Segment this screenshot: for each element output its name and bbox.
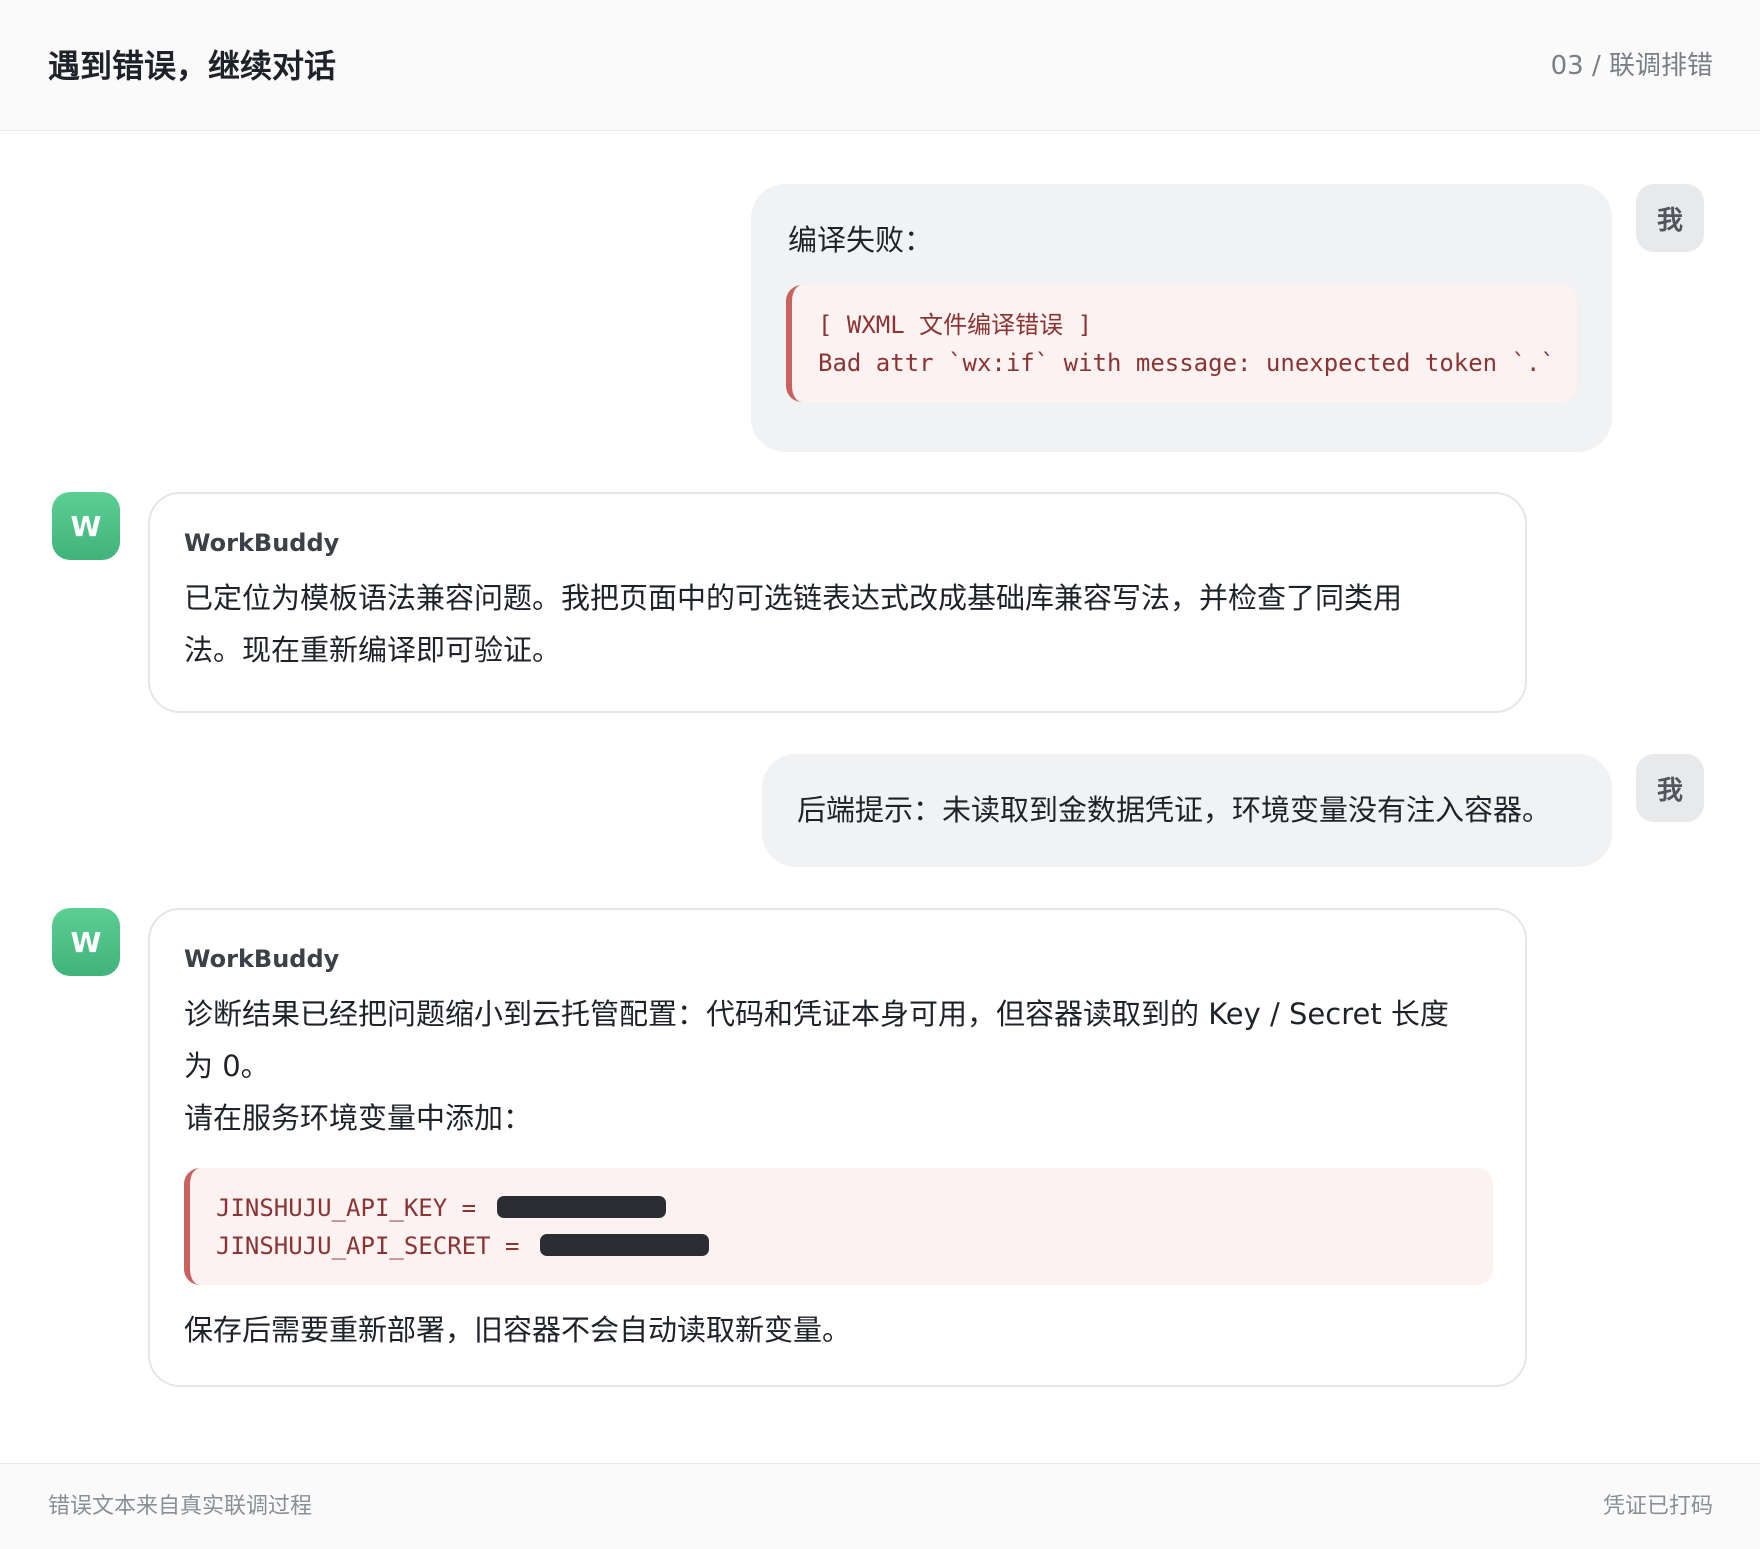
- message-outro: 保存后需要重新部署，旧容器不会自动读取新变量。: [184, 1313, 852, 1347]
- sender-name: WorkBuddy: [184, 945, 340, 973]
- message-body: 已定位为模板语法兼容问题。我把页面中的可选链表达式改成基础库兼容写法，并检查了同…: [184, 572, 1402, 676]
- redaction-note: 凭证已打码: [1602, 1494, 1713, 1519]
- bot-message-bubble: WorkBuddy 诊断结果已经把问题缩小到云托管配置：代码和凭证本身可用，但容…: [148, 908, 1527, 1387]
- user-avatar: 我: [1636, 754, 1704, 822]
- message-line: 为 0。: [184, 1049, 270, 1083]
- code-line: [ WXML 文件编译错误 ]: [818, 311, 1093, 339]
- header-bar: 遇到错误，继续对话 03 / 联调排错: [0, 0, 1760, 131]
- message-text: 后端提示：未读取到金数据凭证，环境变量没有注入容器。: [797, 793, 1552, 827]
- code-line: Bad attr `wx:if` with message: unexpecte…: [818, 349, 1555, 377]
- bot-message-bubble: WorkBuddy 已定位为模板语法兼容问题。我把页面中的可选链表达式改成基础库…: [148, 492, 1527, 713]
- user-message-bubble: 后端提示：未读取到金数据凭证，环境变量没有注入容器。: [762, 754, 1612, 867]
- error-code-block: [ WXML 文件编译错误 ] Bad attr `wx:if` with me…: [786, 285, 1577, 402]
- message-line: 诊断结果已经把问题缩小到云托管配置：代码和凭证本身可用，但容器读取到的 Key …: [184, 997, 1449, 1031]
- env-vars-code-block: JINSHUJU_API_KEY = JINSHUJU_API_SECRET =: [184, 1168, 1493, 1285]
- code-line: JINSHUJU_API_SECRET =: [216, 1227, 1493, 1265]
- step-indicator: 03 / 联调排错: [1550, 51, 1713, 81]
- redacted-value: [496, 1196, 666, 1218]
- message-line: 请在服务环境变量中添加：: [184, 1101, 533, 1135]
- redacted-value: [539, 1234, 709, 1256]
- message-line: 法。现在重新编译即可验证。: [184, 633, 562, 667]
- env-key: JINSHUJU_API_SECRET =: [216, 1232, 520, 1260]
- message-body: 诊断结果已经把问题缩小到云托管配置：代码和凭证本身可用，但容器读取到的 Key …: [184, 988, 1449, 1144]
- message-text: 编译失败：: [788, 223, 934, 257]
- workbuddy-avatar: W: [52, 908, 120, 976]
- footer-note: 错误文本来自真实联调过程: [48, 1494, 313, 1519]
- env-key: JINSHUJU_API_KEY =: [216, 1194, 477, 1222]
- sender-name: WorkBuddy: [184, 529, 340, 557]
- workbuddy-avatar: W: [52, 492, 120, 560]
- code-line: JINSHUJU_API_KEY =: [216, 1189, 1493, 1227]
- user-message-bubble: 编译失败： [ WXML 文件编译错误 ] Bad attr `wx:if` w…: [751, 184, 1612, 452]
- user-avatar: 我: [1636, 184, 1704, 252]
- page-title: 遇到错误，继续对话: [48, 47, 337, 85]
- message-line: 已定位为模板语法兼容问题。我把页面中的可选链表达式改成基础库兼容写法，并检查了同…: [184, 581, 1403, 615]
- footer-bar: 错误文本来自真实联调过程 凭证已打码: [0, 1463, 1760, 1549]
